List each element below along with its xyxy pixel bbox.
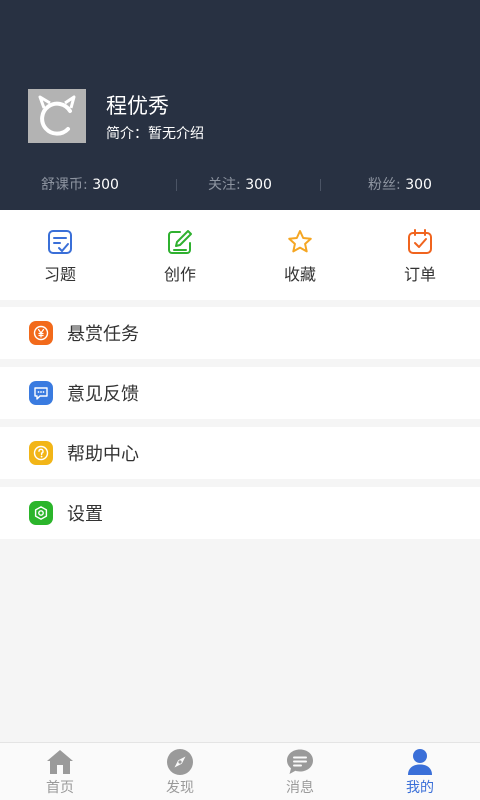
tab-discover[interactable]: 发现 — [120, 743, 240, 800]
quick-action-label: 收藏 — [283, 265, 316, 284]
quick-action-orders[interactable]: 订单 — [360, 210, 480, 300]
yen-icon — [29, 321, 53, 345]
stat-fans-value: 300 — [405, 177, 432, 193]
stat-coins[interactable]: 舒课币: 300 — [0, 174, 160, 196]
exercise-icon — [46, 228, 74, 256]
stat-following-label: 关注: — [208, 177, 246, 193]
quick-action-label: 习题 — [43, 265, 76, 284]
stat-fans-label: 粉丝: — [368, 177, 406, 193]
order-icon — [406, 228, 434, 256]
tab-label: 我的 — [406, 780, 434, 796]
menu-item-help-center[interactable]: 帮助中心 — [0, 427, 480, 479]
stats-row: 舒课币: 300 关注: 300 粉丝: 300 — [0, 174, 480, 196]
edit-icon — [166, 228, 194, 256]
home-icon — [45, 748, 75, 776]
user-icon — [405, 748, 435, 776]
stat-divider — [320, 179, 321, 191]
tab-label: 消息 — [286, 780, 314, 796]
menu-item-label: 设置 — [67, 504, 103, 525]
quick-action-exercise[interactable]: 习题 — [0, 210, 120, 300]
quick-action-favorites[interactable]: 收藏 — [240, 210, 360, 300]
stat-coins-value: 300 — [92, 177, 119, 193]
tab-profile[interactable]: 我的 — [360, 743, 480, 800]
menu-item-feedback[interactable]: 意见反馈 — [0, 367, 480, 419]
quick-actions: 习题 创作 收藏 订单 — [0, 210, 480, 300]
menu-item-bounty-tasks[interactable]: 悬赏任务 — [0, 307, 480, 359]
settings-icon — [29, 501, 53, 525]
compass-icon — [165, 748, 195, 776]
quick-action-label: 创作 — [163, 265, 196, 284]
tab-home[interactable]: 首页 — [0, 743, 120, 800]
stat-following-value: 300 — [245, 177, 272, 193]
tab-label: 首页 — [46, 780, 74, 796]
profile-header: 程优秀 简介：暂无介绍 舒课币: 300 关注: 300 粉丝: 300 — [0, 0, 480, 210]
tab-messages[interactable]: 消息 — [240, 743, 360, 800]
stat-coins-label: 舒课币: — [41, 177, 93, 193]
message-icon — [285, 748, 315, 776]
quick-action-create[interactable]: 创作 — [120, 210, 240, 300]
menu-item-label: 悬赏任务 — [67, 324, 139, 345]
quick-action-label: 订单 — [403, 265, 436, 284]
feedback-icon — [29, 381, 53, 405]
stat-following[interactable]: 关注: 300 — [160, 174, 320, 196]
bottom-tab-bar: 首页 发现 消息 我的 — [0, 742, 480, 800]
star-icon — [286, 228, 314, 256]
menu-item-label: 意见反馈 — [67, 384, 139, 405]
menu-item-settings[interactable]: 设置 — [0, 487, 480, 539]
stat-divider — [176, 179, 177, 191]
menu-item-label: 帮助中心 — [67, 444, 139, 465]
tab-label: 发现 — [166, 780, 194, 796]
username: 程优秀 — [106, 94, 169, 118]
stat-fans[interactable]: 粉丝: 300 — [320, 174, 480, 196]
cat-avatar-icon — [38, 95, 76, 136]
bio-text: 简介：暂无介绍 — [106, 126, 204, 142]
avatar[interactable] — [28, 89, 86, 143]
help-icon — [29, 441, 53, 465]
